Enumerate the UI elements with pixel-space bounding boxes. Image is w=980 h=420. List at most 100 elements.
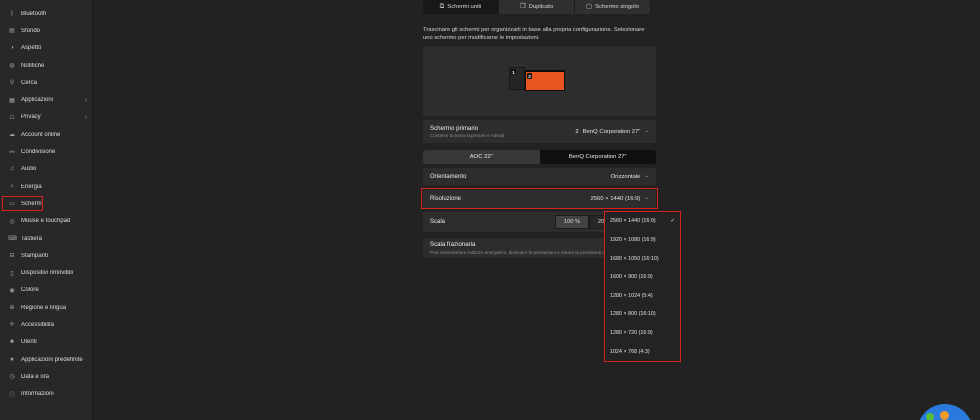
primary-display-row[interactable]: Schermo primario Contiene la barra super… — [423, 120, 656, 143]
mascot-orange-dot — [940, 411, 949, 420]
sidebar-item-label: Colore — [21, 287, 39, 294]
resolution-option-label: 1600 × 900 (16:9) — [610, 274, 653, 281]
monitor-2-thumbnail[interactable]: 2 — [525, 70, 565, 91]
sidebar-item-stampanti[interactable]: ⊟ Stampanti — [0, 247, 92, 264]
resolution-option-label: 1280 × 1024 (5:4) — [610, 292, 653, 299]
tab-duplicato[interactable]: ❐ Duplicato — [499, 0, 575, 14]
sidebar-item-applicazioni[interactable]: ▦ Applicazioni › — [0, 91, 92, 108]
monitor-1-thumbnail[interactable]: 1 — [509, 67, 525, 90]
keyboard-icon: ⌨ — [8, 236, 17, 242]
share-icon: ⚯ — [9, 149, 15, 156]
resolution-dropdown-menu: 2560 × 1440 (16:9) ✓ 1920 × 1080 (16:9) … — [604, 211, 681, 362]
resolution-dropdown-button[interactable]: 2560 × 1440 (16:9) ⌄ — [590, 196, 649, 202]
resolution-option-1680x1050[interactable]: 1680 × 1050 (16:10) — [605, 249, 680, 268]
sidebar-item-aspetto[interactable]: ◑ Aspetto — [0, 40, 92, 57]
sidebar-item-label: Applicazioni predefinite — [21, 356, 83, 363]
sidebar-item-label: Account online — [21, 131, 61, 138]
globe-icon: ⊕ — [9, 305, 15, 312]
scale-100-button[interactable]: 100 % — [555, 215, 589, 229]
sidebar-item-label: Energia — [21, 183, 42, 190]
sidebar-item-dispositivi-rimovibili[interactable]: ▯ Dispositivi rimovibili — [0, 264, 92, 281]
chevron-down-icon: ⌄ — [644, 127, 649, 134]
mascot-overlay — [917, 404, 973, 420]
resolution-option-1600x900[interactable]: 1600 × 900 (16:9) — [605, 268, 680, 287]
bluetooth-icon: ᛒ — [10, 10, 14, 17]
sidebar-item-label: Dispositivi rimovibili — [21, 270, 74, 277]
sidebar-item-label: Condivisione — [21, 149, 56, 156]
info-icon: ⓘ — [8, 392, 15, 399]
sidebar-item-notifiche[interactable]: ◍ Notifiche — [0, 57, 92, 74]
chevron-right-icon: › — [84, 96, 87, 104]
user-icon: ☻ — [8, 339, 16, 346]
sidebar-item-informazioni[interactable]: ⓘ Informazioni — [0, 386, 92, 403]
resolution-option-label: 2560 × 1440 (16:9) — [610, 218, 656, 225]
orientation-label: Orientamento — [430, 173, 467, 180]
sidebar-item-label: Regione e lingua — [21, 304, 67, 311]
tab-schermi-uniti[interactable]: ⧉ Schermi uniti — [423, 0, 499, 14]
sidebar-item-schermi[interactable]: ▭ Schermi — [0, 195, 92, 212]
mirror-displays-icon: ❐ — [519, 2, 526, 10]
sidebar-item-regione-lingua[interactable]: ⊕ Regione e lingua — [0, 299, 92, 316]
primary-display-subtitle: Contiene la barra superiore e Attività — [430, 133, 505, 139]
sidebar-item-bluetooth[interactable]: ᛒ Bluetooth — [0, 5, 92, 22]
primary-display-title: Schermo primario — [430, 124, 479, 132]
monitor-2-badge: 2 — [527, 73, 532, 79]
tab-label: Schermi uniti — [447, 4, 482, 10]
sidebar-item-accessibilita[interactable]: ✛ Accessibilità — [0, 316, 92, 333]
orientation-row[interactable]: Orientamento Orizzontale ⌄ — [423, 168, 656, 185]
sidebar-item-colore[interactable]: ◉ Colore — [0, 282, 92, 299]
tab-label: Schermo singolo — [595, 4, 640, 10]
fractional-scaling-title: Scala frazionaria — [430, 241, 476, 249]
gnome-settings-window: ᛒ Bluetooth ▤ Sfondo ◑ Aspetto ◍ Notific… — [0, 0, 980, 420]
display-mode-tabs: ⧉ Schermi uniti ❐ Duplicato ▢ Schermo si… — [423, 0, 651, 14]
sidebar-item-label: Utenti — [21, 339, 37, 346]
resolution-label: Risoluzione — [430, 196, 462, 202]
sidebar-item-condivisione[interactable]: ⚯ Condivisione — [0, 143, 92, 160]
apps-grid-icon: ▦ — [9, 97, 15, 104]
sidebar-item-account-online[interactable]: ☁ Account online — [0, 126, 92, 143]
sidebar-item-energia[interactable]: ⚡ Energia — [0, 178, 92, 195]
primary-display-dropdown[interactable]: 2 BenQ Corporation 27" ⌄ — [575, 127, 649, 135]
primary-display-number: 2 — [575, 128, 579, 135]
sidebar-item-privacy[interactable]: ☖ Privacy › — [0, 109, 92, 126]
mouse-icon: ◎ — [9, 218, 15, 225]
sidebar-item-label: Privacy — [21, 114, 41, 121]
shield-icon: ☖ — [9, 114, 15, 121]
sidebar-item-mouse-touchpad[interactable]: ◎ Mouse e touchpad — [0, 213, 92, 230]
display-arrangement-canvas: 1 2 — [423, 46, 656, 116]
resolution-option-1280x1024[interactable]: 1280 × 1024 (5:4) — [605, 287, 680, 306]
monitor-selector: AOC 22" BenQ Corporation 27" — [423, 150, 656, 164]
sidebar-item-applicazioni-predefinite[interactable]: ★ Applicazioni predefinite — [0, 351, 92, 368]
settings-sidebar: ᛒ Bluetooth ▤ Sfondo ◑ Aspetto ◍ Notific… — [0, 0, 93, 420]
sidebar-item-cerca[interactable]: ⚲ Cerca — [0, 74, 92, 91]
join-displays-icon: ⧉ — [439, 2, 445, 10]
resolution-option-1280x720[interactable]: 1280 × 720 (16:9) — [605, 324, 680, 343]
monitor-tab-label: AOC 22" — [469, 154, 493, 160]
resolution-option-label: 1920 × 1080 (16:9) — [610, 236, 656, 243]
speaker-icon: ♫ — [9, 166, 15, 173]
sidebar-item-data-ora[interactable]: ◷ Data e ora — [0, 368, 92, 385]
resolution-row[interactable]: Risoluzione 2560 × 1440 (16:9) ⌄ — [423, 190, 656, 208]
resolution-option-label: 1680 × 1050 (16:10) — [610, 255, 659, 262]
monitor-tab-aoc[interactable]: AOC 22" — [423, 150, 540, 164]
monitor-1-badge: 1 — [511, 69, 516, 75]
orientation-dropdown[interactable]: Orizzontale ⌄ — [611, 173, 649, 179]
resolution-option-1280x800[interactable]: 1280 × 800 (16:10) — [605, 305, 680, 324]
tab-schermo-singolo[interactable]: ▢ Schermo singolo — [575, 0, 651, 14]
resolution-option-1920x1080[interactable]: 1920 × 1080 (16:9) — [605, 231, 680, 250]
single-display-icon: ▢ — [585, 2, 593, 10]
sidebar-item-sfondo[interactable]: ▤ Sfondo — [0, 22, 92, 39]
resolution-option-2560x1440[interactable]: 2560 × 1440 (16:9) ✓ — [605, 212, 680, 231]
resolution-option-label: 1280 × 800 (16:10) — [610, 311, 656, 318]
sidebar-item-utenti[interactable]: ☻ Utenti — [0, 334, 92, 351]
display-icon: ▭ — [9, 201, 15, 208]
monitor-tab-benq[interactable]: BenQ Corporation 27" — [539, 150, 656, 164]
removable-media-icon: ▯ — [10, 270, 14, 277]
resolution-option-1024x768[interactable]: 1024 × 768 (4:3) — [605, 342, 680, 361]
sidebar-item-audio[interactable]: ♫ Audio — [0, 161, 92, 178]
sidebar-item-label: Data e ora — [21, 373, 50, 380]
sidebar-item-label: Aspetto — [21, 45, 42, 52]
checkmark-icon: ✓ — [670, 218, 675, 225]
sidebar-item-label: Cerca — [21, 79, 38, 86]
sidebar-item-tastiera[interactable]: ⌨ Tastiera — [0, 230, 92, 247]
